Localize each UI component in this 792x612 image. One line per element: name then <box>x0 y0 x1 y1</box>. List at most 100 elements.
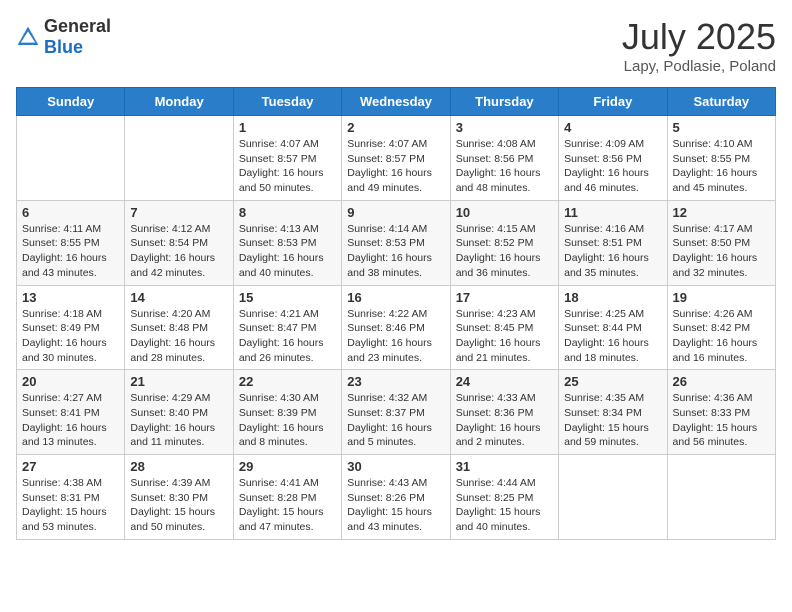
table-row: 3 Sunrise: 4:08 AM Sunset: 8:56 PM Daylig… <box>450 116 558 201</box>
day-info-28: Sunrise: 4:39 AM Sunset: 8:30 PM Dayligh… <box>130 476 227 535</box>
day-info-6: Sunrise: 4:11 AM Sunset: 8:55 PM Dayligh… <box>22 222 119 281</box>
location-subtitle: Lapy, Podlasie, Poland <box>622 58 776 75</box>
day-number-25: 25 <box>564 374 661 389</box>
table-row: 14 Sunrise: 4:20 AM Sunset: 8:48 PM Dayli… <box>125 285 233 370</box>
day-info-22: Sunrise: 4:30 AM Sunset: 8:39 PM Dayligh… <box>239 391 336 450</box>
table-row: 29 Sunrise: 4:41 AM Sunset: 8:28 PM Dayli… <box>233 455 341 540</box>
logo: General Blue <box>16 16 111 58</box>
col-thursday: Thursday <box>450 88 558 116</box>
calendar-week-2: 6 Sunrise: 4:11 AM Sunset: 8:55 PM Daylig… <box>17 200 776 285</box>
day-info-15: Sunrise: 4:21 AM Sunset: 8:47 PM Dayligh… <box>239 307 336 366</box>
day-info-25: Sunrise: 4:35 AM Sunset: 8:34 PM Dayligh… <box>564 391 661 450</box>
day-number-26: 26 <box>673 374 770 389</box>
day-number-6: 6 <box>22 205 119 220</box>
day-number-30: 30 <box>347 459 444 474</box>
table-row: 15Sunrise: 4:21 AM Sunset: 8:47 PM Dayli… <box>233 285 341 370</box>
day-number-1: 1 <box>239 120 336 135</box>
day-info-7: Sunrise: 4:12 AM Sunset: 8:54 PM Dayligh… <box>130 222 227 281</box>
calendar-week-1: 1 Sunrise: 4:07 AM Sunset: 8:57 PM Daylig… <box>17 116 776 201</box>
day-number-23: 23 <box>347 374 444 389</box>
table-row <box>125 116 233 201</box>
day-number-11: 11 <box>564 205 661 220</box>
calendar-week-5: 27 Sunrise: 4:38 AM Sunset: 8:31 PM Dayli… <box>17 455 776 540</box>
table-row: 27 Sunrise: 4:38 AM Sunset: 8:31 PM Dayli… <box>17 455 125 540</box>
table-row: 2Sunrise: 4:07 AM Sunset: 8:57 PM Daylig… <box>342 116 450 201</box>
month-title: July 2025 <box>622 16 776 58</box>
table-row: 13Sunrise: 4:18 AM Sunset: 8:49 PM Dayli… <box>17 285 125 370</box>
day-info-24: Sunrise: 4:33 AM Sunset: 8:36 PM Dayligh… <box>456 391 553 450</box>
day-number-10: 10 <box>456 205 553 220</box>
day-number-3: 3 <box>456 120 553 135</box>
table-row <box>559 455 667 540</box>
day-info-27: Sunrise: 4:38 AM Sunset: 8:31 PM Dayligh… <box>22 476 119 535</box>
table-row: 19Sunrise: 4:26 AM Sunset: 8:42 PM Dayli… <box>667 285 775 370</box>
table-row: 26 Sunrise: 4:36 AM Sunset: 8:33 PM Dayli… <box>667 370 775 455</box>
calendar-week-4: 20 Sunrise: 4:27 AM Sunset: 8:41 PM Dayli… <box>17 370 776 455</box>
day-number-9: 9 <box>347 205 444 220</box>
day-info-17: Sunrise: 4:23 AM Sunset: 8:45 PM Dayligh… <box>456 307 553 366</box>
day-number-7: 7 <box>130 205 227 220</box>
table-row: 10 Sunrise: 4:15 AM Sunset: 8:52 PM Dayli… <box>450 200 558 285</box>
table-row: 18Sunrise: 4:25 AM Sunset: 8:44 PM Dayli… <box>559 285 667 370</box>
table-row <box>667 455 775 540</box>
day-info-29: Sunrise: 4:41 AM Sunset: 8:28 PM Dayligh… <box>239 476 336 535</box>
day-number-21: 21 <box>130 374 227 389</box>
calendar-week-3: 13Sunrise: 4:18 AM Sunset: 8:49 PM Dayli… <box>17 285 776 370</box>
day-info-21: Sunrise: 4:29 AM Sunset: 8:40 PM Dayligh… <box>130 391 227 450</box>
day-number-12: 12 <box>673 205 770 220</box>
col-saturday: Saturday <box>667 88 775 116</box>
day-number-31: 31 <box>456 459 553 474</box>
table-row: 7 Sunrise: 4:12 AM Sunset: 8:54 PM Daylig… <box>125 200 233 285</box>
day-number-4: 4 <box>564 120 661 135</box>
day-number-5: 5 <box>673 120 770 135</box>
table-row: 28 Sunrise: 4:39 AM Sunset: 8:30 PM Dayli… <box>125 455 233 540</box>
col-friday: Friday <box>559 88 667 116</box>
day-info-8: Sunrise: 4:13 AM Sunset: 8:53 PM Dayligh… <box>239 222 336 281</box>
table-row: 17 Sunrise: 4:23 AM Sunset: 8:45 PM Dayli… <box>450 285 558 370</box>
day-number-22: 22 <box>239 374 336 389</box>
page-header: General Blue July 2025 Lapy, Podlasie, P… <box>16 16 776 75</box>
day-number-24: 24 <box>456 374 553 389</box>
day-info-31: Sunrise: 4:44 AM Sunset: 8:25 PM Dayligh… <box>456 476 553 535</box>
day-info-30: Sunrise: 4:43 AM Sunset: 8:26 PM Dayligh… <box>347 476 444 535</box>
day-number-27: 27 <box>22 459 119 474</box>
day-number-20: 20 <box>22 374 119 389</box>
day-number-13: 13 <box>22 290 119 305</box>
table-row: 22 Sunrise: 4:30 AM Sunset: 8:39 PM Dayli… <box>233 370 341 455</box>
table-row: 8 Sunrise: 4:13 AM Sunset: 8:53 PM Daylig… <box>233 200 341 285</box>
day-info-5: Sunrise: 4:10 AM Sunset: 8:55 PM Dayligh… <box>673 137 770 196</box>
title-block: July 2025 Lapy, Podlasie, Poland <box>622 16 776 75</box>
day-info-10: Sunrise: 4:15 AM Sunset: 8:52 PM Dayligh… <box>456 222 553 281</box>
table-row: 16Sunrise: 4:22 AM Sunset: 8:46 PM Dayli… <box>342 285 450 370</box>
col-tuesday: Tuesday <box>233 88 341 116</box>
logo-text: General Blue <box>44 16 111 58</box>
col-monday: Monday <box>125 88 233 116</box>
day-info-4: Sunrise: 4:09 AM Sunset: 8:56 PM Dayligh… <box>564 137 661 196</box>
day-info-2: Sunrise: 4:07 AM Sunset: 8:57 PM Dayligh… <box>347 137 444 196</box>
table-row: 4 Sunrise: 4:09 AM Sunset: 8:56 PM Daylig… <box>559 116 667 201</box>
day-info-19: Sunrise: 4:26 AM Sunset: 8:42 PM Dayligh… <box>673 307 770 366</box>
day-number-8: 8 <box>239 205 336 220</box>
day-info-14: Sunrise: 4:20 AM Sunset: 8:48 PM Dayligh… <box>130 307 227 366</box>
day-number-28: 28 <box>130 459 227 474</box>
logo-blue: Blue <box>44 37 83 57</box>
col-sunday: Sunday <box>17 88 125 116</box>
calendar-header-row: Sunday Monday Tuesday Wednesday Thursday… <box>17 88 776 116</box>
day-info-20: Sunrise: 4:27 AM Sunset: 8:41 PM Dayligh… <box>22 391 119 450</box>
day-number-29: 29 <box>239 459 336 474</box>
day-info-18: Sunrise: 4:25 AM Sunset: 8:44 PM Dayligh… <box>564 307 661 366</box>
day-number-14: 14 <box>130 290 227 305</box>
day-number-17: 17 <box>456 290 553 305</box>
table-row: 11 Sunrise: 4:16 AM Sunset: 8:51 PM Dayli… <box>559 200 667 285</box>
day-info-11: Sunrise: 4:16 AM Sunset: 8:51 PM Dayligh… <box>564 222 661 281</box>
day-info-26: Sunrise: 4:36 AM Sunset: 8:33 PM Dayligh… <box>673 391 770 450</box>
day-number-16: 16 <box>347 290 444 305</box>
table-row: 23Sunrise: 4:32 AM Sunset: 8:37 PM Dayli… <box>342 370 450 455</box>
table-row: 9 Sunrise: 4:14 AM Sunset: 8:53 PM Daylig… <box>342 200 450 285</box>
table-row: 24 Sunrise: 4:33 AM Sunset: 8:36 PM Dayli… <box>450 370 558 455</box>
day-info-1: Sunrise: 4:07 AM Sunset: 8:57 PM Dayligh… <box>239 137 336 196</box>
day-info-9: Sunrise: 4:14 AM Sunset: 8:53 PM Dayligh… <box>347 222 444 281</box>
day-info-3: Sunrise: 4:08 AM Sunset: 8:56 PM Dayligh… <box>456 137 553 196</box>
table-row: 12 Sunrise: 4:17 AM Sunset: 8:50 PM Dayli… <box>667 200 775 285</box>
day-info-12: Sunrise: 4:17 AM Sunset: 8:50 PM Dayligh… <box>673 222 770 281</box>
